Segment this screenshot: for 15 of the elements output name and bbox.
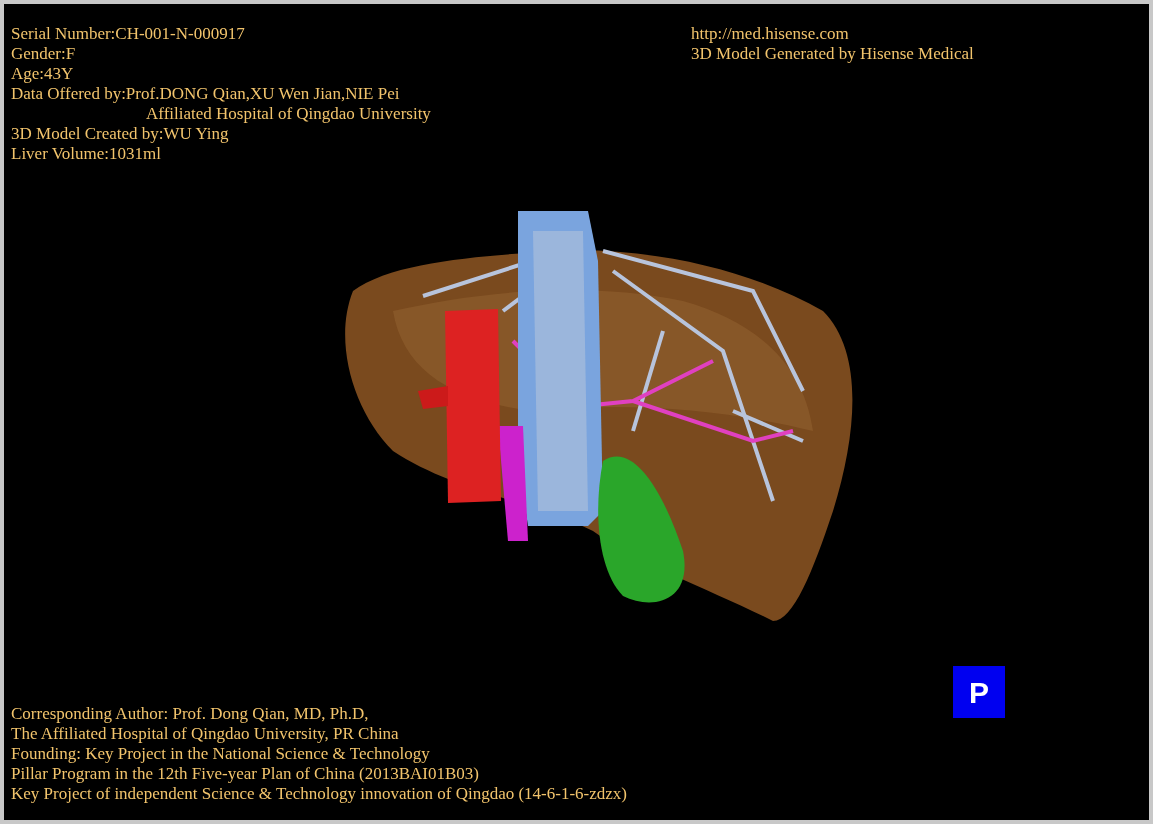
- info-text: Data Offered by:Prof.DONG Qian,XU Wen Jian,NIE Pei: [11, 84, 401, 104]
- info-text: 3D Model Created by:WU Ying: [11, 124, 230, 144]
- info-text: The Affiliated Hospital of Qingdao University, PR China: [11, 724, 400, 744]
- info-text: http://med.hisense.com: [691, 24, 850, 44]
- info-text: Serial Number:CH-001-N-000917: [11, 24, 246, 44]
- info-text: 3D Model Generated by Hisense Medical: [691, 44, 974, 64]
- projection-button[interactable]: P: [953, 666, 1005, 718]
- info-text: Affiliated Hospital of Qingdao University: [145, 104, 432, 124]
- info-text: Age:43Y: [11, 64, 75, 84]
- info-text: Corresponding Author: Prof. Dong Qian, MD, Ph.D,: [11, 704, 370, 724]
- info-text: Founding: Key Project in the National Science & Technology: [11, 744, 431, 764]
- info-text: Liver Volume:1031ml: [11, 144, 162, 164]
- info-text: Gender:F: [11, 44, 77, 64]
- info-text: Key Project of independent Science & Technology innovation of Qingdao (14-6-1-6-zdzx): [11, 784, 628, 804]
- info-text: Pillar Program in the 12th Five-year Plan of China (2013BAI01B03): [11, 764, 480, 784]
